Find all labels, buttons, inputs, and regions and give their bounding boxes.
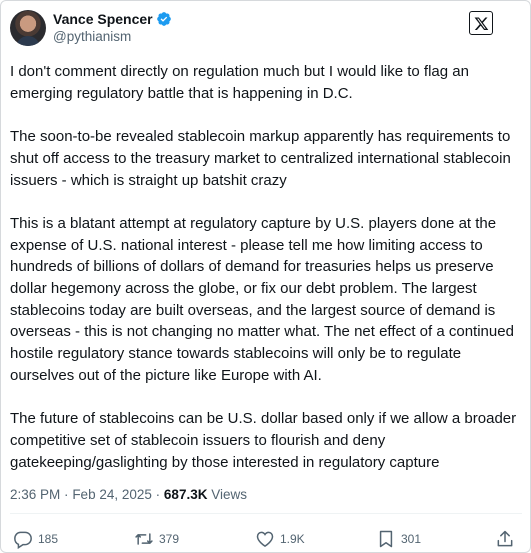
author-names: Vance Spencer @pythianism xyxy=(53,10,172,46)
actions-divider xyxy=(10,513,522,514)
repost-button[interactable]: 379 xyxy=(134,529,179,549)
action-bar: 185 379 1.9K 301 xyxy=(1,529,531,551)
avatar[interactable] xyxy=(10,10,46,46)
tweet-paragraph-3: This is a blatant attempt at regulatory … xyxy=(10,214,514,384)
tweet-header: Vance Spencer @pythianism xyxy=(10,10,172,46)
heart-icon xyxy=(256,531,274,547)
repost-count: 379 xyxy=(159,532,180,546)
tweet-date[interactable]: Feb 24, 2025 xyxy=(72,487,152,502)
share-button[interactable] xyxy=(495,529,515,549)
bookmark-icon xyxy=(379,530,393,548)
author-display-name[interactable]: Vance Spencer xyxy=(53,10,153,28)
like-count: 1.9K xyxy=(280,532,305,546)
meta-separator: · xyxy=(64,487,69,502)
reply-icon xyxy=(14,531,32,549)
bookmark-button[interactable]: 301 xyxy=(376,529,421,549)
tweet-text: I don't comment directly on regulation m… xyxy=(10,61,522,495)
tweet-paragraph-2: The soon-to-be revealed stablecoin marku… xyxy=(10,128,511,189)
bookmark-count: 301 xyxy=(401,532,422,546)
reply-button[interactable]: 185 xyxy=(13,529,58,549)
meta-separator-2: · xyxy=(155,487,161,502)
x-logo-glyph xyxy=(474,16,488,30)
share-icon xyxy=(497,530,513,547)
author-handle[interactable]: @pythianism xyxy=(53,28,172,46)
verified-badge-icon xyxy=(156,12,171,26)
tweet-meta: 2:36 PM · Feb 24, 2025 · 687.3K Views xyxy=(10,487,247,502)
views-count: 687.3K xyxy=(163,487,208,502)
views-label: Views xyxy=(211,487,248,502)
reply-count: 185 xyxy=(38,532,59,546)
tweet-time[interactable]: 2:36 PM xyxy=(10,487,60,502)
x-logo-icon[interactable] xyxy=(469,11,493,35)
tweet-paragraph-4: The future of stablecoins can be U.S. do… xyxy=(10,410,517,471)
tweet-paragraph-1: I don't comment directly on regulation m… xyxy=(10,63,469,102)
like-button[interactable]: 1.9K xyxy=(255,529,305,549)
tweet-card: Vance Spencer @pythianism I don't commen… xyxy=(0,0,531,553)
repost-icon xyxy=(135,533,153,545)
